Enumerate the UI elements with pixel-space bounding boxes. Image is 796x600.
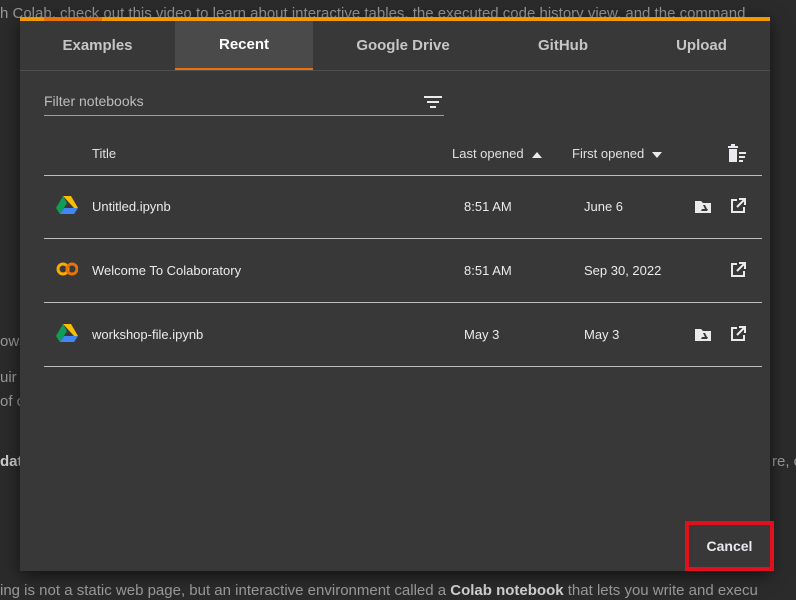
- first-opened: Sep 30, 2022: [584, 263, 662, 278]
- cancel-button-highlight: Cancel: [685, 521, 774, 571]
- filter-icon[interactable]: [424, 94, 442, 110]
- column-last-opened[interactable]: Last opened: [452, 146, 542, 161]
- tab-google-drive[interactable]: Google Drive: [313, 21, 493, 70]
- table-row[interactable]: workshop-file.ipynb May 3 May 3: [44, 303, 762, 367]
- last-opened: 8:51 AM: [464, 199, 512, 214]
- google-drive-icon: [56, 324, 78, 342]
- dialog-tabs: Examples Recent Google Drive GitHub Uplo…: [20, 21, 770, 70]
- open-in-drive-folder-icon[interactable]: [694, 325, 712, 343]
- notebook-title[interactable]: Welcome To Colaboratory: [92, 263, 241, 278]
- last-opened: May 3: [464, 327, 500, 342]
- column-first-opened[interactable]: First opened: [572, 146, 663, 161]
- colab-logo-icon: [56, 262, 78, 276]
- background-fragment: re, c: [772, 453, 796, 470]
- tab-examples[interactable]: Examples: [20, 21, 175, 70]
- google-drive-icon: [56, 196, 78, 214]
- notebook-title[interactable]: workshop-file.ipynb: [92, 327, 203, 342]
- open-notebook-dialog: Examples Recent Google Drive GitHub Uplo…: [20, 17, 770, 571]
- sort-ascending-icon: [531, 151, 542, 158]
- tab-upload[interactable]: Upload: [633, 21, 770, 70]
- tab-github[interactable]: GitHub: [493, 21, 633, 70]
- tabs-divider: [20, 70, 770, 71]
- first-opened: June 6: [584, 199, 624, 214]
- open-in-new-tab-icon[interactable]: [729, 197, 747, 215]
- open-in-drive-folder-icon[interactable]: [694, 197, 712, 215]
- notebook-title[interactable]: Untitled.ipynb: [92, 199, 171, 214]
- table-header: Title Last opened First opened: [44, 135, 762, 176]
- background-text-bottom: ing is not a static web page, but an int…: [0, 582, 758, 599]
- first-opened: May 3: [584, 327, 620, 342]
- open-in-new-tab-icon[interactable]: [729, 261, 747, 279]
- filter-notebooks-input[interactable]: Filter notebooks: [44, 91, 444, 116]
- open-in-new-tab-icon[interactable]: [729, 325, 747, 343]
- background-fragment: uir: [0, 369, 17, 386]
- table-row[interactable]: Welcome To Colaboratory 8:51 AM Sep 30, …: [44, 239, 762, 303]
- sort-descending-icon: [652, 151, 663, 158]
- column-title[interactable]: Title: [92, 146, 116, 161]
- filter-placeholder: Filter notebooks: [44, 93, 144, 109]
- table-row[interactable]: Untitled.ipynb 8:51 AM June 6: [44, 175, 762, 239]
- clear-history-trash-icon[interactable]: [725, 144, 747, 164]
- last-opened: 8:51 AM: [464, 263, 512, 278]
- tab-recent[interactable]: Recent: [175, 21, 313, 70]
- cancel-button[interactable]: Cancel: [695, 531, 764, 561]
